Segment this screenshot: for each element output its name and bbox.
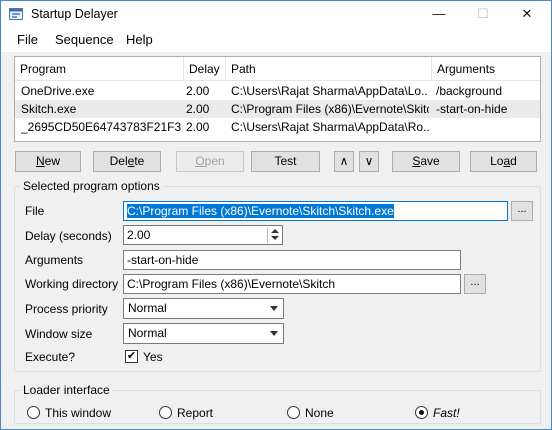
chevron-down-icon [270, 331, 278, 336]
delay-label: Delay (seconds) [25, 229, 112, 243]
column-header-program[interactable]: Program [15, 57, 184, 81]
radio-this-window[interactable] [27, 406, 40, 419]
move-down-button[interactable]: ∨ [359, 151, 379, 172]
move-up-button[interactable]: ∧ [334, 151, 354, 172]
menu-file[interactable]: File [17, 32, 38, 47]
process-priority-select[interactable]: Normal [123, 298, 284, 319]
file-label: File [25, 204, 45, 218]
menu-help[interactable]: Help [126, 32, 153, 47]
new-label-post: ew [44, 154, 60, 168]
delay-value: 2.00 [127, 228, 151, 242]
save-label-post: ave [420, 154, 440, 168]
open-label-accel: O [195, 154, 205, 168]
group-title: Loader interface [20, 383, 113, 397]
load-label-pre: Lo [490, 154, 504, 168]
checkmark-icon: ✔ [126, 350, 137, 362]
cell-delay: 2.00 [186, 120, 210, 134]
new-button[interactable]: New [15, 151, 81, 172]
table-row[interactable]: Skitch.exe 2.00 C:\Program Files (x86)\E… [15, 100, 540, 118]
window-title: Startup Delayer [31, 7, 118, 21]
radio-none-label[interactable]: None [305, 406, 334, 420]
cell-program: Skitch.exe [21, 102, 77, 116]
workdir-browse-button[interactable]: ... [464, 274, 486, 294]
process-priority-value: Normal [128, 301, 167, 315]
title-bar[interactable]: Startup Delayer — ☐ ✕ [1, 1, 551, 28]
delete-label-post: te [134, 154, 145, 168]
table-row[interactable]: OneDrive.exe 2.00 C:\Users\Rajat Sharma\… [15, 82, 540, 100]
process-priority-label: Process priority [25, 302, 108, 316]
open-button[interactable]: Open [176, 151, 244, 172]
delete-button[interactable]: Delete [93, 151, 161, 172]
arguments-label: Arguments [25, 253, 84, 267]
delete-label-pre: Del [109, 154, 128, 168]
radio-none[interactable] [287, 406, 300, 419]
file-field[interactable]: C:\Program Files (x86)\Evernote\Skitch\S… [123, 201, 508, 221]
execute-label: Execute? [25, 350, 76, 364]
window-size-select[interactable]: Normal [123, 323, 284, 344]
app-icon [9, 8, 23, 20]
window-size-value: Normal [128, 326, 167, 340]
cell-path: C:\Program Files (x86)\Evernote\Skitch [231, 102, 429, 116]
radio-fast-label[interactable]: Fast! [433, 406, 460, 420]
table-row[interactable]: _2695CD50E64743783F21F3... 2.00 C:\Users… [15, 118, 540, 136]
test-button[interactable]: Test [251, 151, 320, 172]
file-value: C:\Program Files (x86)\Evernote\Skitch\S… [127, 204, 394, 218]
cell-arguments: -start-on-hide [436, 102, 508, 116]
execute-checkbox-label[interactable]: Yes [143, 350, 163, 364]
chevron-down-icon [270, 306, 278, 311]
cell-path: C:\Users\Rajat Sharma\AppData\Ro... [231, 120, 429, 134]
load-button[interactable]: Load [470, 151, 537, 172]
column-header-delay[interactable]: Delay [184, 57, 226, 81]
delay-stepper[interactable]: 2.00 [123, 225, 283, 245]
working-directory-label: Working directory [25, 277, 119, 291]
cell-program: OneDrive.exe [21, 84, 95, 98]
radio-this-window-label[interactable]: This window [45, 406, 111, 420]
program-list-header: Program Delay Path Arguments [15, 57, 540, 81]
group-title: Selected program options [20, 179, 163, 193]
cell-delay: 2.00 [186, 84, 210, 98]
minimize-button[interactable]: — [417, 1, 461, 28]
new-label-accel: N [35, 154, 45, 168]
delay-spin-buttons[interactable] [267, 227, 281, 243]
app-window: Startup Delayer — ☐ ✕ File Sequence Help… [0, 0, 552, 430]
column-header-arguments[interactable]: Arguments [432, 57, 540, 81]
spin-up-icon[interactable] [271, 229, 279, 233]
column-header-path[interactable]: Path [226, 57, 432, 81]
execute-checkbox[interactable]: ✔ [125, 350, 138, 363]
spin-down-icon[interactable] [271, 236, 279, 240]
arguments-field[interactable]: -start-on-hide [123, 250, 461, 270]
menu-sequence[interactable]: Sequence [55, 32, 114, 47]
working-directory-field[interactable]: C:\Program Files (x86)\Evernote\Skitch [123, 274, 461, 294]
file-browse-button[interactable]: ... [511, 201, 533, 221]
load-label-post: d [510, 154, 517, 168]
radio-fast[interactable] [415, 406, 428, 419]
open-label-post: pen [204, 154, 225, 168]
close-button[interactable]: ✕ [505, 1, 549, 28]
cell-delay: 2.00 [186, 102, 210, 116]
window-size-label: Window size [25, 327, 93, 341]
save-button[interactable]: Save [392, 151, 460, 172]
maximize-button[interactable]: ☐ [461, 1, 505, 28]
cell-path: C:\Users\Rajat Sharma\AppData\Lo... [231, 84, 429, 98]
program-list[interactable]: Program Delay Path Arguments OneDrive.ex… [14, 56, 541, 142]
cell-program: _2695CD50E64743783F21F3... [21, 120, 181, 134]
radio-report-label[interactable]: Report [177, 406, 213, 420]
cell-arguments: /background [436, 84, 503, 98]
radio-report[interactable] [159, 406, 172, 419]
menu-bar: File Sequence Help [1, 28, 551, 52]
